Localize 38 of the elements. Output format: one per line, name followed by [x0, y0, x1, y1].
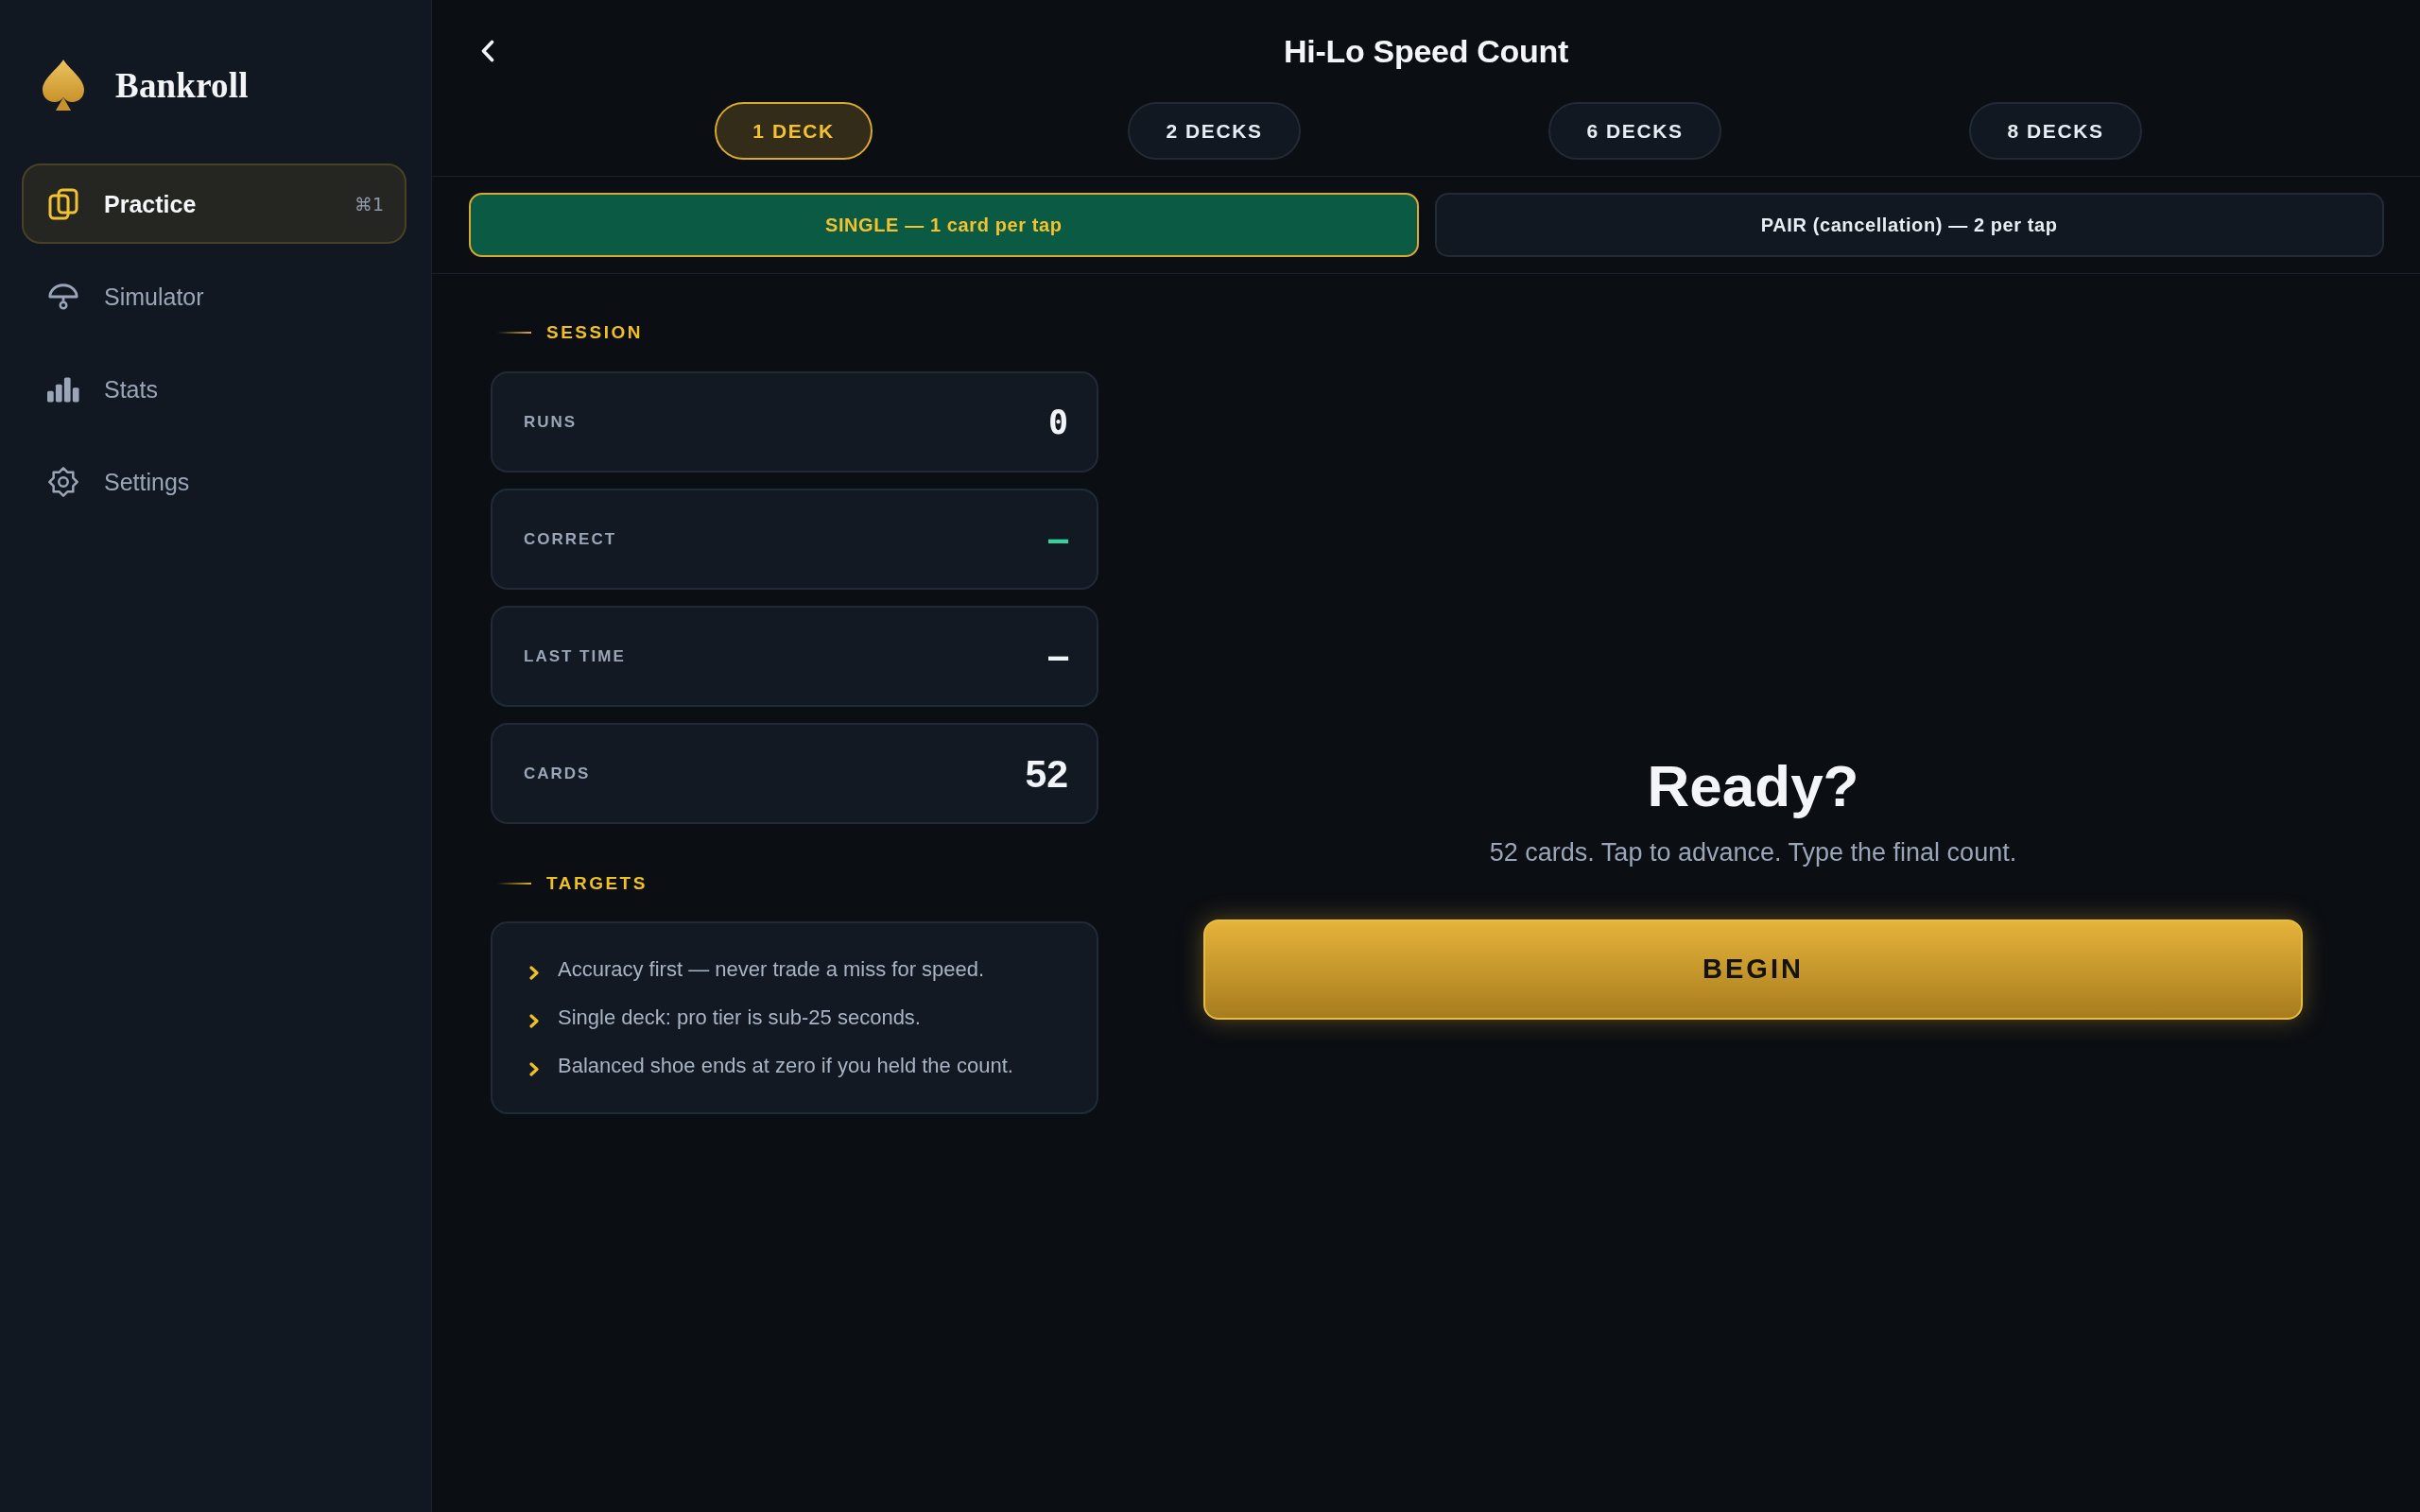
settings-icon — [47, 464, 79, 499]
stat-value: 0 — [1047, 402, 1068, 442]
chevron-right-icon — [529, 1013, 539, 1028]
chevron-right-icon — [529, 965, 539, 980]
dome-icon — [47, 282, 79, 311]
chevron-left-icon — [481, 40, 494, 62]
target-text: Single deck: pro tier is sub-25 seconds. — [558, 1005, 921, 1031]
target-text: Balanced shoe ends at zero if you held the count. — [558, 1053, 1013, 1079]
brand-name: Bankroll — [115, 67, 249, 103]
target-text: Accuracy first — never trade a miss for speed. — [558, 956, 985, 983]
spade-icon — [42, 59, 85, 112]
cards-icon — [47, 187, 79, 220]
begin-button[interactable]: BEGIN — [1203, 919, 2303, 1020]
deck-tab[interactable]: 8 DECKS — [1969, 102, 2142, 160]
nav-item[interactable]: Practice ⌘1 — [22, 163, 406, 244]
page-title: Hi-Lo Speed Count — [1284, 32, 1568, 70]
stat-label: CARDS — [524, 763, 591, 784]
chevron-right-icon — [529, 1061, 539, 1076]
deck-tab[interactable]: 2 DECKS — [1128, 102, 1301, 160]
stat-label: LAST TIME — [524, 645, 626, 667]
stat-label: CORRECT — [524, 528, 617, 550]
section-heading: TARGETS — [546, 872, 648, 895]
ready-title: Ready? — [1647, 751, 1859, 820]
mode-toggle[interactable]: SINGLE — 1 card per tap — [469, 193, 1419, 257]
mode-toggle[interactable]: PAIR (cancellation) — 2 per tap — [1434, 193, 2384, 257]
section-heading: SESSION — [546, 321, 643, 344]
shortcut-label: ⌘1 — [354, 192, 384, 215]
deck-tab[interactable]: 6 DECKS — [1548, 102, 1721, 160]
stat-value: — — [1047, 519, 1068, 559]
nav-item[interactable]: Stats — [22, 349, 406, 429]
nav-item[interactable]: Simulator — [22, 256, 406, 336]
ready-subtitle: 52 cards. Tap to advance. Type the final count. — [1489, 836, 2017, 868]
nav-item[interactable]: Settings — [22, 441, 406, 522]
stat-label: RUNS — [524, 411, 578, 433]
bar-chart-icon — [47, 374, 79, 404]
deck-tab[interactable]: 1 DECK — [715, 102, 873, 160]
stat-value: 52 — [1025, 751, 1068, 796]
stat-value: — — [1047, 636, 1068, 677]
